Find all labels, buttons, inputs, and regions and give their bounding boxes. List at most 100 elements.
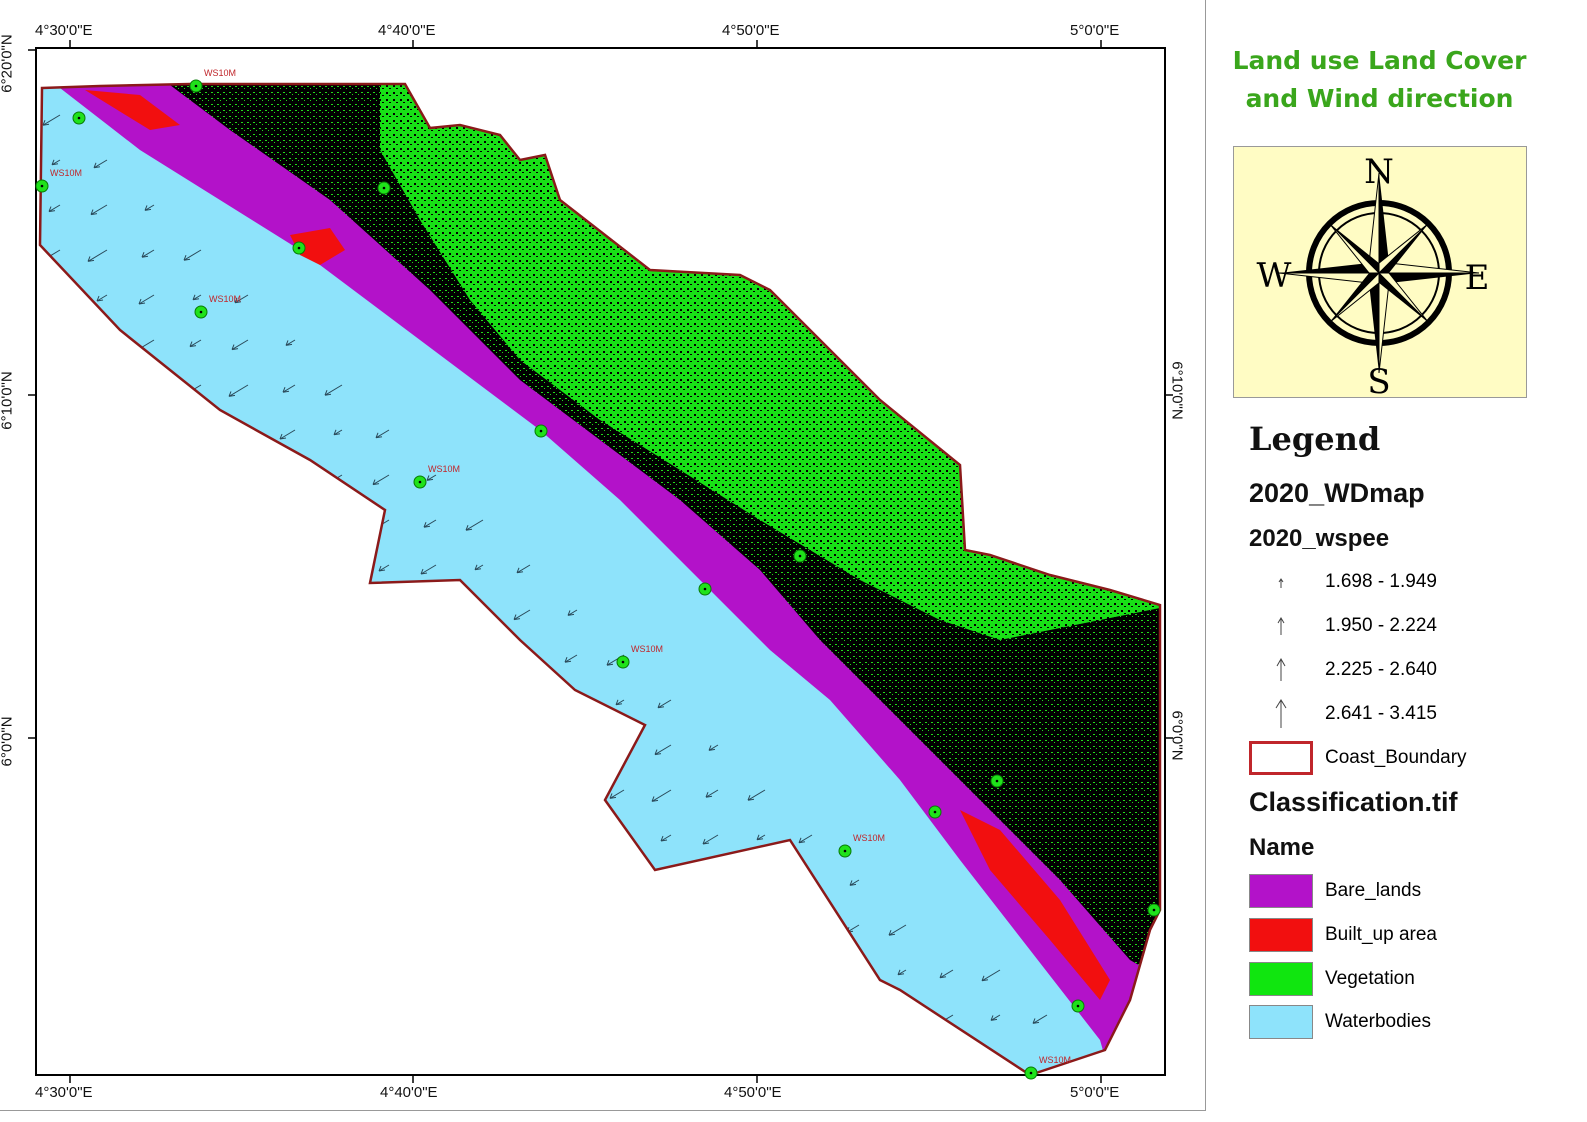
wind-arrow xyxy=(417,969,437,982)
wind-arrow xyxy=(654,924,672,936)
top-tick-label: 4°30'0"E xyxy=(35,22,93,39)
wind-arrow xyxy=(330,654,343,663)
legend-class-bare-lands: Bare_lands xyxy=(1249,873,1421,909)
legend-wind-class: 2.225 - 2.640 xyxy=(1249,652,1437,688)
wind-arrow xyxy=(561,879,578,890)
wind-arrow xyxy=(231,879,249,891)
map-layout: WS10M WS10M WS10M WS10M WS10M WS10M WS10M 4°30… xyxy=(0,0,1587,1122)
wind-arrow xyxy=(90,564,108,576)
station-center-dot xyxy=(297,246,301,250)
wind-arrow xyxy=(189,699,202,708)
wind-arrow xyxy=(141,429,155,438)
wind-arrow xyxy=(96,474,108,482)
legend-layer-classification: Classification.tif xyxy=(1249,787,1458,817)
station-label: WS10M xyxy=(428,464,460,474)
wind-arrow xyxy=(234,474,249,484)
station-label: WS10M xyxy=(853,833,885,843)
wind-arrow xyxy=(567,969,578,976)
wind-arrow xyxy=(141,789,155,798)
wind-arrow xyxy=(96,654,108,662)
wind-arrow xyxy=(327,519,343,529)
legend-coast-boundary: Coast_Boundary xyxy=(1249,740,1467,776)
top-tick-label: 4°50'0"E xyxy=(722,22,780,39)
wind-arrow xyxy=(657,879,672,889)
wind-arrow xyxy=(87,969,108,982)
wind-arrow xyxy=(510,654,531,667)
wind-arrow xyxy=(141,969,155,978)
wind-arrow xyxy=(327,879,343,889)
wind-arrow xyxy=(471,609,484,618)
wind-arrow xyxy=(564,1014,578,1023)
station-center-dot xyxy=(995,779,999,783)
station-label: WS10M xyxy=(631,644,663,654)
compass-w: W xyxy=(1257,256,1292,296)
wind-arrow xyxy=(519,699,531,707)
wind-arrow xyxy=(792,924,813,937)
wind-arrow xyxy=(843,969,860,980)
legend-field-wspee: 2020_wspee xyxy=(1249,525,1390,552)
legend-label: 2.641 - 3.415 xyxy=(1325,703,1437,724)
wind-arrow xyxy=(285,879,296,886)
wind-arrow xyxy=(183,429,202,441)
legend-label: Waterbodies xyxy=(1325,1011,1431,1032)
wind-arrow xyxy=(279,609,296,620)
wind-arrow xyxy=(840,1014,860,1027)
station-center-dot xyxy=(1152,908,1156,912)
wind-arrow xyxy=(231,699,249,711)
legend-label: Built_up area xyxy=(1325,924,1437,945)
wind-arrow xyxy=(519,879,531,887)
wind-arrow xyxy=(237,789,249,797)
wind-arrow xyxy=(324,744,343,756)
station-label: WS10M xyxy=(1039,1055,1071,1065)
large-arrow-icon xyxy=(1249,699,1313,729)
legend-field-name: Name xyxy=(1249,834,1315,861)
legend-label: Vegetation xyxy=(1325,968,1415,989)
station-center-dot xyxy=(1029,1071,1033,1075)
wind-arrow xyxy=(609,969,625,979)
wind-arrow xyxy=(474,744,484,751)
wind-arrow xyxy=(798,1014,813,1024)
legend-class-vegetation: Vegetation xyxy=(1249,961,1415,997)
station-center-dot xyxy=(40,184,44,188)
wind-arrow xyxy=(96,1014,108,1022)
wind-arrow xyxy=(699,879,719,892)
wind-arrow xyxy=(426,654,437,661)
legend-wind-class: 1.950 - 2.224 xyxy=(1249,608,1437,644)
wind-arrow xyxy=(324,924,343,936)
wind-arrow xyxy=(333,969,343,976)
wind-arrow xyxy=(51,879,61,886)
wind-arrow xyxy=(192,474,202,481)
wind-arrow xyxy=(96,834,108,842)
wind-arrow xyxy=(372,1014,390,1026)
map-view[interactable]: WS10M WS10M WS10M WS10M WS10M WS10M WS10M xyxy=(0,0,1205,1110)
wind-arrow xyxy=(45,609,61,619)
wind-arrow xyxy=(468,1014,484,1024)
wind-arrow xyxy=(93,699,108,709)
wind-arrow xyxy=(234,834,249,844)
wind-arrow xyxy=(189,519,202,528)
wind-arrow xyxy=(369,879,390,892)
wind-arrow xyxy=(417,609,437,622)
wind-arrow xyxy=(48,564,61,573)
wind-arrow xyxy=(135,879,155,892)
wind-arrow xyxy=(276,474,296,487)
left-tick-label: 6°20'0"N xyxy=(0,34,16,93)
wind-arrow xyxy=(516,924,531,934)
wind-arrow xyxy=(333,609,343,616)
title-line: Land use Land Cover xyxy=(1232,46,1527,75)
wind-arrow xyxy=(708,924,719,931)
arrow-icon xyxy=(1249,658,1313,682)
wind-arrow xyxy=(93,339,108,349)
bottom-tick-label: 5°0'0"E xyxy=(1070,1084,1120,1101)
wind-arrow xyxy=(276,834,296,847)
wind-arrow xyxy=(324,564,343,576)
wind-arrow xyxy=(138,654,155,665)
compass-rose-icon: N S E W xyxy=(1257,152,1490,402)
wind-arrow xyxy=(144,564,155,571)
wind-arrow xyxy=(234,654,249,664)
wind-arrow xyxy=(183,969,202,981)
wind-arrow xyxy=(228,744,249,757)
wind-arrow xyxy=(327,699,343,709)
wind-arrow xyxy=(51,339,61,346)
wind-arrow xyxy=(42,474,61,486)
